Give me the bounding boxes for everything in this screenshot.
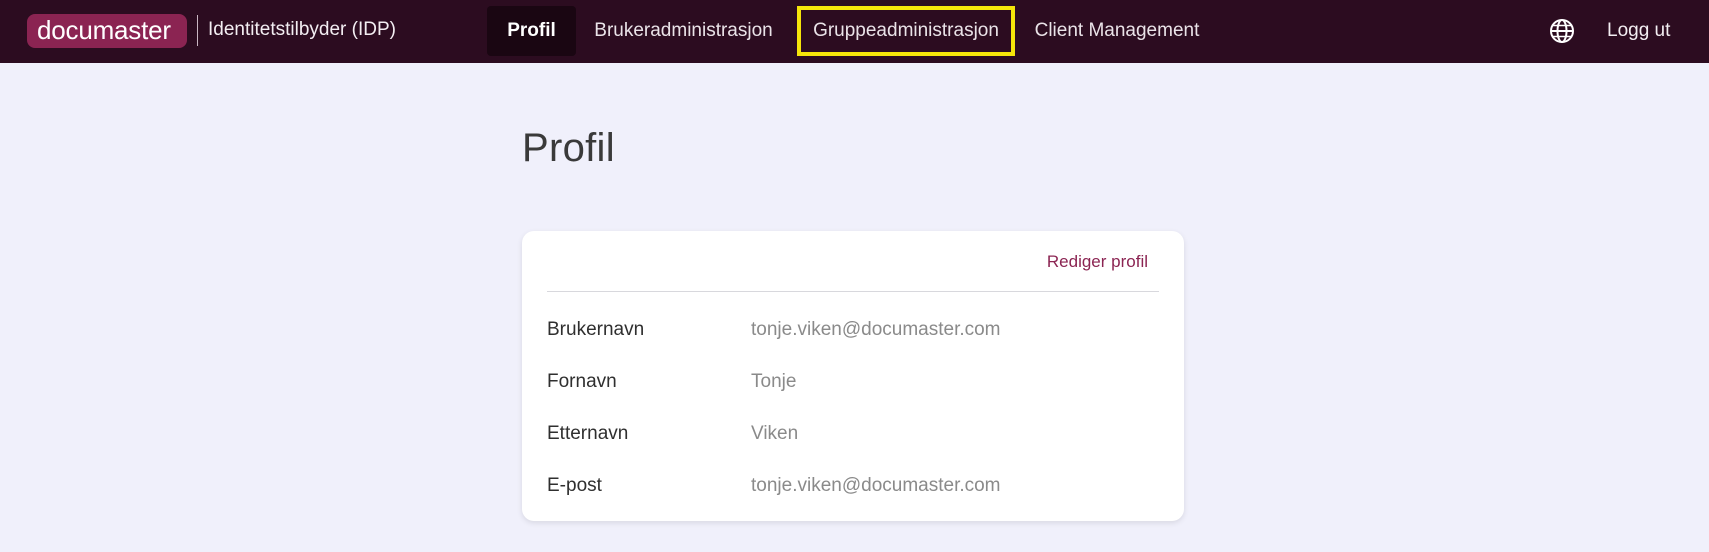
documaster-logo[interactable]: documaster xyxy=(27,14,187,48)
profile-field-first-name: Fornavn Tonje xyxy=(547,366,1159,398)
page-title: Profil xyxy=(522,126,615,170)
edit-profile-link[interactable]: Rediger profil xyxy=(1047,252,1148,272)
field-label: E-post xyxy=(547,475,602,496)
field-label: Fornavn xyxy=(547,371,617,392)
nav-tab-brukeradministrasjon[interactable]: Brukeradministrasjon xyxy=(590,6,777,56)
app-name: Identitetstilbyder (IDP) xyxy=(208,19,396,40)
profile-field-username: Brukernavn tonje.viken@documaster.com xyxy=(547,314,1159,346)
logo-divider xyxy=(197,15,198,46)
field-value: tonje.viken@documaster.com xyxy=(751,475,1001,496)
card-divider xyxy=(547,291,1159,292)
nav-tab-profil[interactable]: Profil xyxy=(487,6,576,56)
field-value: tonje.viken@documaster.com xyxy=(751,319,1001,340)
nav-tab-gruppeadministrasjon[interactable]: Gruppeadministrasjon xyxy=(797,6,1015,56)
profile-card: Rediger profil Brukernavn tonje.viken@do… xyxy=(522,231,1184,521)
field-value: Viken xyxy=(751,423,799,444)
profile-field-last-name: Etternavn Viken xyxy=(547,418,1159,450)
field-value: Tonje xyxy=(751,371,797,392)
top-navigation-bar: documaster Identitetstilbyder (IDP) Prof… xyxy=(0,0,1709,63)
field-label: Brukernavn xyxy=(547,319,645,340)
profile-field-email: E-post tonje.viken@documaster.com xyxy=(547,470,1159,502)
logout-button[interactable]: Logg ut xyxy=(1607,6,1670,56)
globe-icon[interactable] xyxy=(1549,18,1575,44)
nav-tab-client-management[interactable]: Client Management xyxy=(1030,6,1204,56)
field-label: Etternavn xyxy=(547,423,629,444)
